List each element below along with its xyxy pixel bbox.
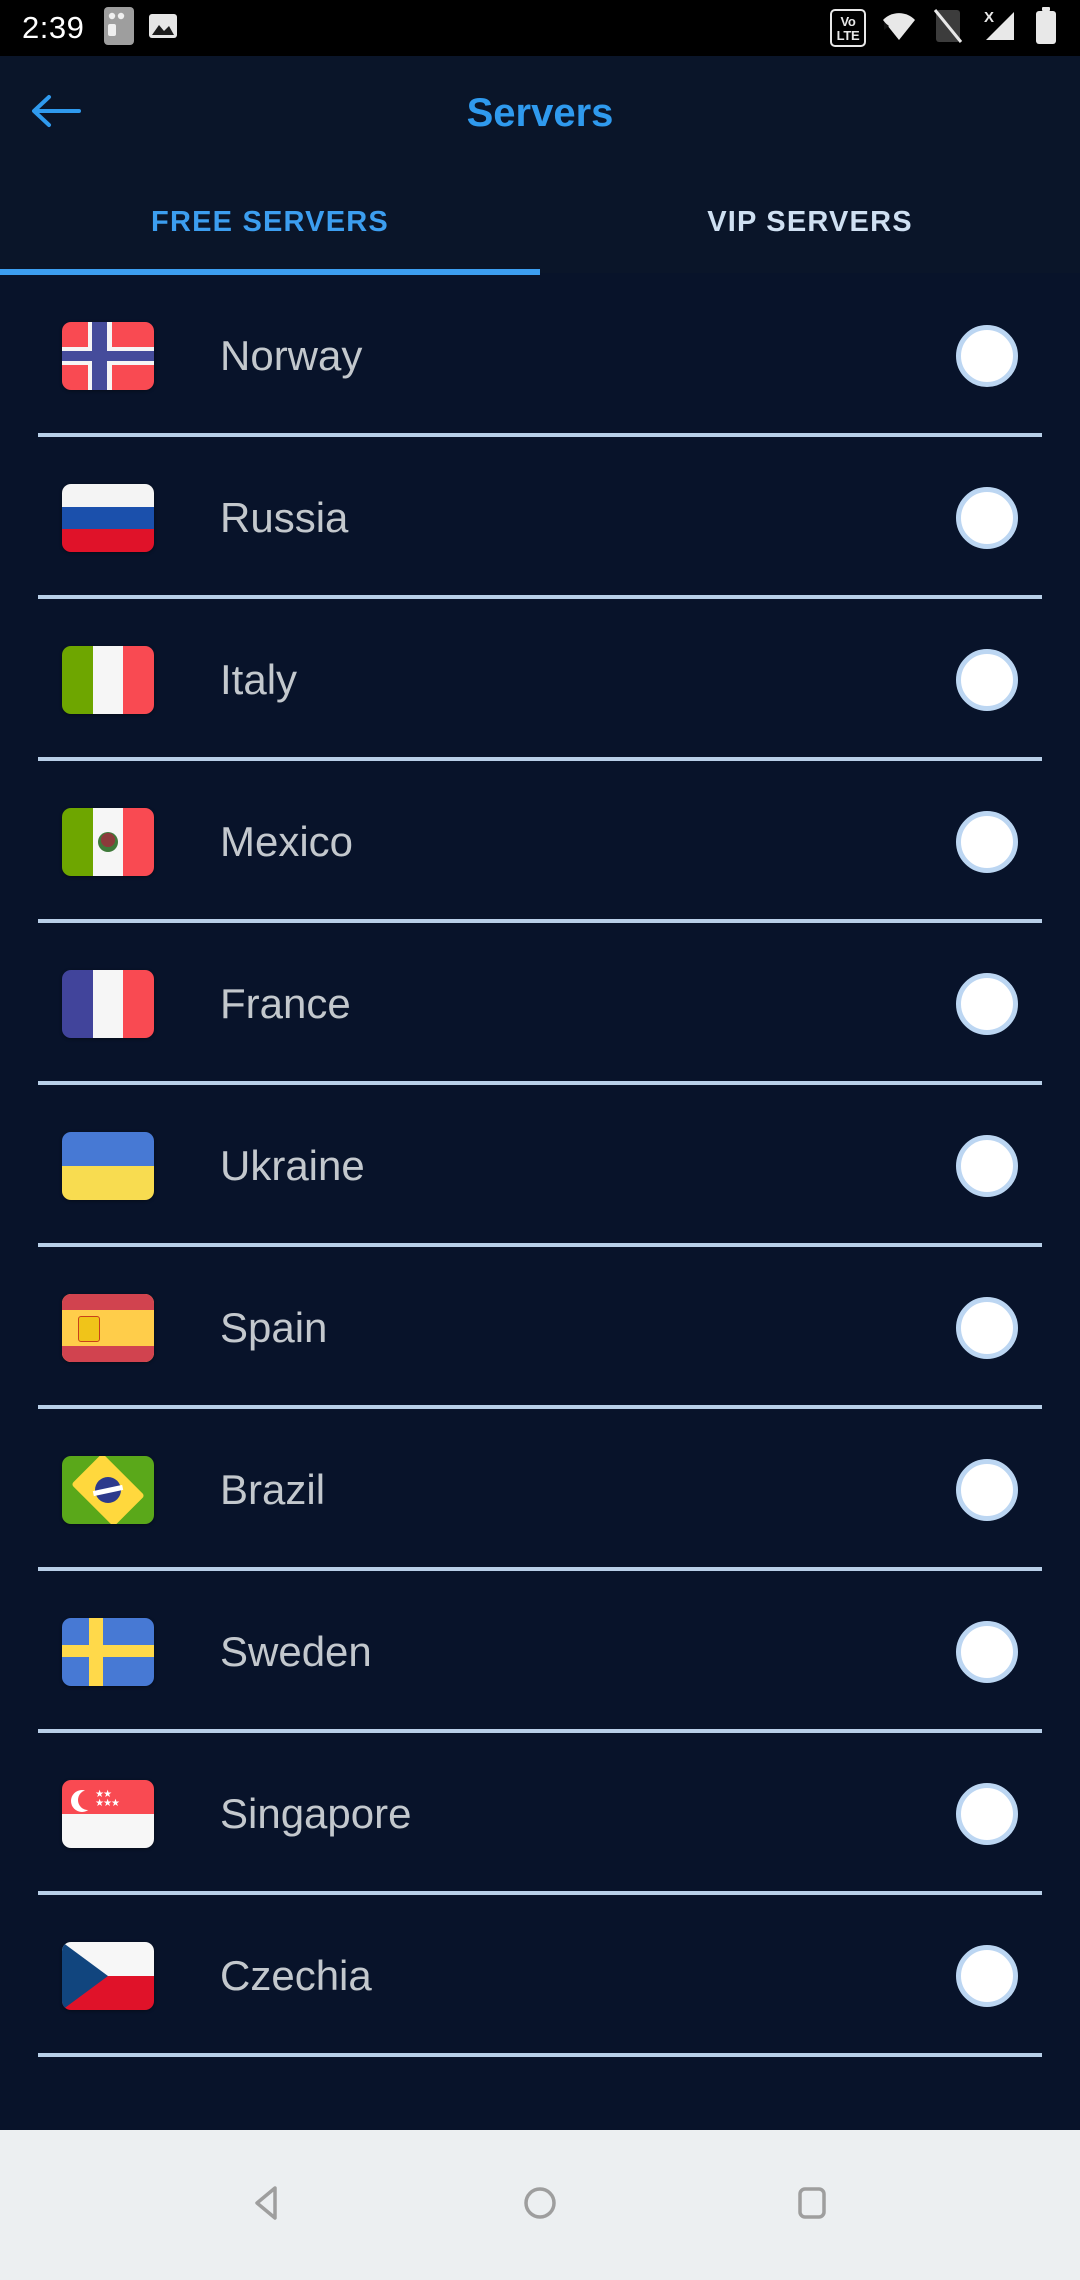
back-button[interactable] [0,56,110,171]
flag-ukraine-icon [62,1132,154,1200]
server-list-item[interactable]: Russia [0,437,1080,599]
server-country-name: France [220,980,351,1027]
server-country-name: Czechia [220,1952,372,1999]
flag-sweden-icon [62,1618,154,1686]
server-country-name: Mexico [220,818,354,865]
server-select-radio[interactable] [956,1297,1018,1359]
battery-icon [1034,6,1058,50]
server-select-radio[interactable] [956,1621,1018,1683]
server-country-name: Sweden [220,1628,372,1675]
volte-line-2: LTE [836,27,860,43]
status-bar-system-icons: Vo LTE X [830,6,1058,50]
volte-icon: Vo LTE [830,9,866,47]
back-nav-icon [245,2180,291,2231]
server-list[interactable]: Norway Russia Italy Mexico France Ukraine Spai… [0,275,1080,2130]
server-list-item[interactable]: ★★ ★★★ Singapore [0,1733,1080,1895]
server-country-name: Brazil [220,1466,326,1513]
server-select-radio[interactable] [956,487,1018,549]
app-screen: 2:39 Vo LTE X Servers FREE SERVERS VIP S… [0,0,1080,2280]
server-country-name: Italy [220,656,298,703]
server-country-name: Ukraine [220,1142,365,1189]
flag-norway-icon [62,322,154,390]
server-country-name: Russia [220,494,349,541]
server-list-item[interactable]: Italy [0,599,1080,761]
status-bar-notification-icons [104,6,178,50]
svg-text:X: X [984,9,994,26]
server-list-item[interactable]: Czechia [0,1895,1080,2057]
server-list-item[interactable]: Mexico [0,761,1080,923]
back-arrow-icon [29,91,81,136]
recents-nav-icon [789,2180,835,2231]
status-bar: 2:39 Vo LTE X [0,0,1080,56]
server-select-radio[interactable] [956,1135,1018,1197]
flag-czechia-icon [62,1942,154,2010]
server-country-name: Spain [220,1304,328,1351]
server-list-item[interactable]: Ukraine [0,1085,1080,1247]
server-select-radio[interactable] [956,973,1018,1035]
home-nav-icon [517,2180,563,2231]
server-select-radio[interactable] [956,325,1018,387]
flag-spain-icon [62,1294,154,1362]
nav-home-button[interactable] [504,2169,576,2241]
nav-back-button[interactable] [232,2169,304,2241]
server-list-item[interactable]: Norway [0,275,1080,437]
tab-free-servers[interactable]: FREE SERVERS [0,171,540,273]
flag-mexico-icon [62,808,154,876]
server-list-item[interactable]: Spain [0,1247,1080,1409]
sim-card-icon [104,6,135,50]
flag-russia-icon [62,484,154,552]
app-bar: Servers [0,56,1080,171]
server-list-item[interactable]: France [0,923,1080,1085]
tab-vip-servers[interactable]: VIP SERVERS [540,171,1080,273]
server-select-radio[interactable] [956,1459,1018,1521]
server-country-name: Norway [220,332,363,379]
nav-recents-button[interactable] [776,2169,848,2241]
signal-no-service-icon: X [978,8,1020,49]
list-divider [38,2053,1042,2057]
server-select-radio[interactable] [956,649,1018,711]
flag-italy-icon [62,646,154,714]
page-title: Servers [466,91,614,135]
status-bar-clock: 2:39 [22,10,85,45]
sim-off-icon [932,8,964,49]
server-select-radio[interactable] [956,811,1018,873]
server-list-item[interactable]: Sweden [0,1571,1080,1733]
server-list-item[interactable]: Brazil [0,1409,1080,1571]
flag-brazil-icon [62,1456,154,1524]
server-country-name: Singapore [220,1790,412,1837]
flag-singapore-icon: ★★ ★★★ [62,1780,154,1848]
server-select-radio[interactable] [956,1945,1018,2007]
system-navigation-bar [0,2130,1080,2280]
tab-bar: FREE SERVERS VIP SERVERS [0,171,1080,273]
server-select-radio[interactable] [956,1783,1018,1845]
wifi-icon [880,9,918,48]
volte-line-1: Vo [840,13,856,29]
flag-france-icon [62,970,154,1038]
image-icon [148,11,178,46]
